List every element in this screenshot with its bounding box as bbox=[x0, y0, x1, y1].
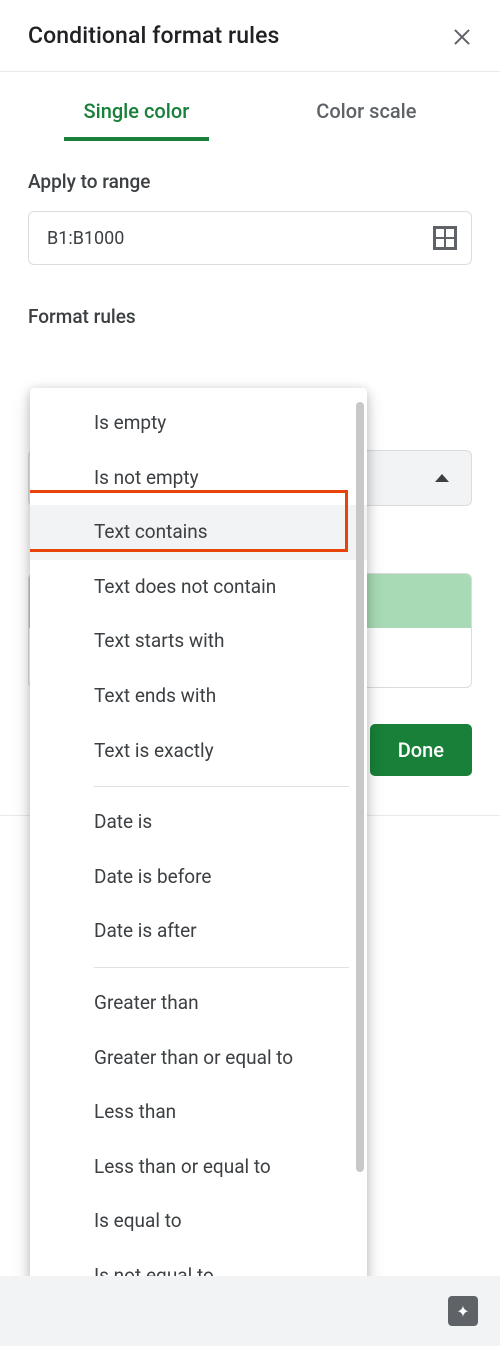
dropdown-item-greater-than-or-equal-to[interactable]: Greater than or equal to bbox=[30, 1031, 367, 1086]
caret-up-icon bbox=[435, 474, 449, 482]
range-input-value[interactable]: B1:B1000 bbox=[47, 228, 423, 249]
dropdown-item-is-empty[interactable]: Is empty bbox=[30, 396, 367, 451]
dropdown-item-text-is-exactly[interactable]: Text is exactly bbox=[30, 724, 367, 779]
tabs-bar: Single color Color scale bbox=[0, 72, 500, 142]
dropdown-item-date-is[interactable]: Date is bbox=[30, 795, 367, 850]
dropdown-item-is-not-empty[interactable]: Is not empty bbox=[30, 451, 367, 506]
dropdown-item-date-is-after[interactable]: Date is after bbox=[30, 904, 367, 959]
apply-to-range-section: Apply to range B1:B1000 bbox=[0, 142, 500, 265]
dropdown-item-text-ends-with[interactable]: Text ends with bbox=[30, 669, 367, 724]
apply-to-range-label: Apply to range bbox=[28, 170, 472, 193]
dropdown-item-is-equal-to[interactable]: Is equal to bbox=[30, 1194, 367, 1249]
explore-icon[interactable] bbox=[448, 1296, 478, 1326]
panel-header: Conditional format rules bbox=[0, 0, 500, 72]
done-button[interactable]: Done bbox=[370, 724, 472, 776]
bottom-bar bbox=[0, 1276, 500, 1346]
dropdown-item-date-is-before[interactable]: Date is before bbox=[30, 850, 367, 905]
condition-dropdown: Is empty Is not empty Text contains Text… bbox=[30, 388, 367, 1312]
range-input[interactable]: B1:B1000 bbox=[28, 211, 472, 265]
dropdown-item-less-than-or-equal-to[interactable]: Less than or equal to bbox=[30, 1140, 367, 1195]
dropdown-item-text-starts-with[interactable]: Text starts with bbox=[30, 614, 367, 669]
dropdown-item-greater-than[interactable]: Greater than bbox=[30, 976, 367, 1031]
close-icon[interactable] bbox=[452, 26, 472, 46]
dropdown-separator bbox=[94, 967, 349, 968]
panel-title: Conditional format rules bbox=[28, 22, 280, 49]
scrollbar-vertical[interactable] bbox=[356, 402, 364, 1172]
format-rules-label: Format rules bbox=[0, 265, 500, 328]
dropdown-item-less-than[interactable]: Less than bbox=[30, 1085, 367, 1140]
tab-single-color[interactable]: Single color bbox=[64, 87, 210, 141]
select-range-icon[interactable] bbox=[433, 226, 457, 250]
dropdown-item-text-does-not-contain[interactable]: Text does not contain bbox=[30, 560, 367, 615]
dropdown-item-text-contains[interactable]: Text contains bbox=[30, 505, 367, 560]
tab-color-scale[interactable]: Color scale bbox=[296, 87, 436, 141]
dropdown-separator bbox=[94, 786, 349, 787]
